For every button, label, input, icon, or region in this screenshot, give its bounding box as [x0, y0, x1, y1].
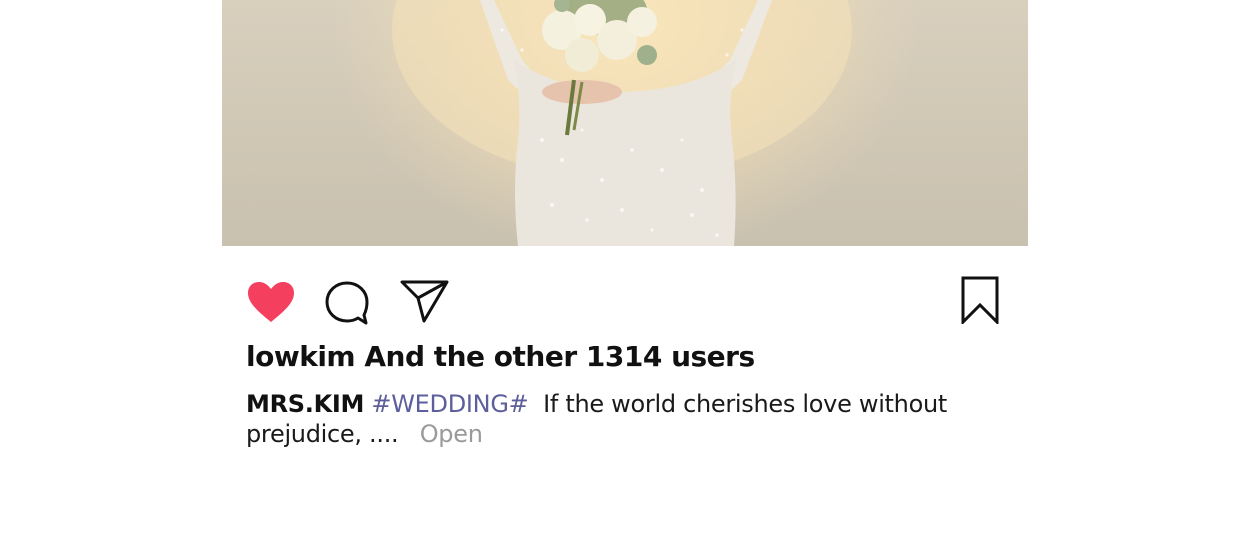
bookmark-icon	[961, 276, 999, 326]
speech-bubble-icon	[325, 281, 369, 325]
share-button[interactable]	[400, 278, 450, 328]
post-action-bar	[222, 272, 1028, 328]
paper-plane-icon	[400, 280, 449, 323]
post-image[interactable]	[222, 0, 1028, 246]
post-caption: MRS.KIM #WEDDING# If the world cherishes…	[246, 389, 966, 449]
caption-text-line1: If the world cherishes love without	[543, 390, 947, 418]
bookmark-button[interactable]	[960, 276, 1000, 328]
likes-summary[interactable]: lowkim And the other 1314 users	[246, 340, 755, 373]
caption-author[interactable]: MRS.KIM	[246, 390, 364, 418]
comment-button[interactable]	[324, 280, 370, 330]
heart-icon	[248, 282, 294, 322]
caption-open-more[interactable]: Open	[420, 420, 483, 448]
caption-text-line2: prejudice, ....	[246, 420, 399, 448]
like-button[interactable]	[246, 280, 296, 328]
caption-hashtag[interactable]: #WEDDING#	[371, 390, 528, 418]
